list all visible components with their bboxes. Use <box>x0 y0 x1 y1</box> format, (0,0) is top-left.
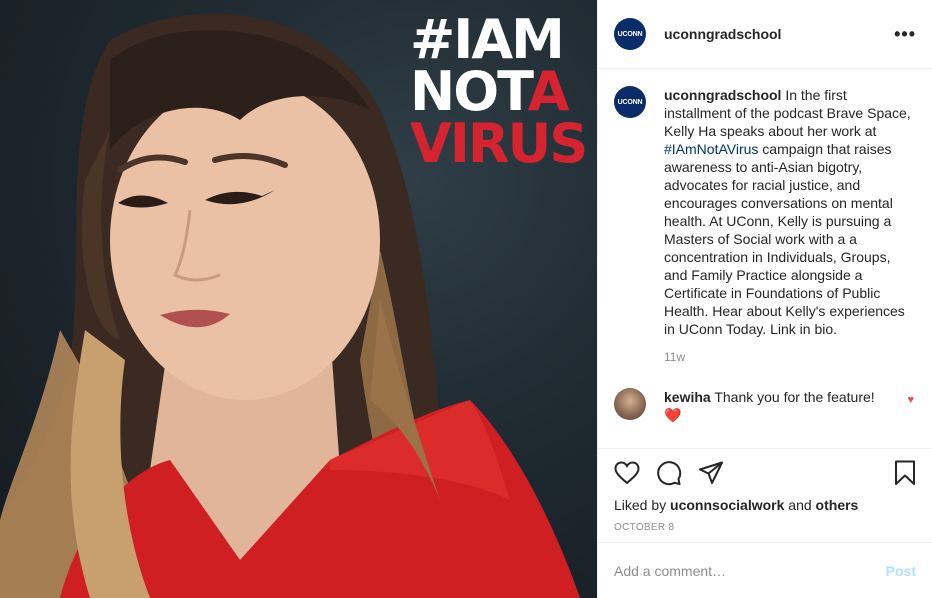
overlay-line-1: #IAM <box>410 8 565 71</box>
liked-by-user[interactable]: uconnsocialwork <box>670 497 784 513</box>
caption-text: uconngradschool In the first installment… <box>664 86 916 338</box>
post-comment-button[interactable]: Post <box>886 563 916 579</box>
commenter-avatar[interactable] <box>614 388 646 420</box>
hashtag-link[interactable]: #IAmNotAVirus <box>664 141 758 157</box>
post-image[interactable]: #IAM NOTA VIRUS <box>0 0 597 598</box>
post-date: OCTOBER 8 <box>614 522 675 533</box>
post-header: UCONN uconngradschool ••• <box>598 0 932 69</box>
post-sidebar: UCONN uconngradschool ••• UCONN uconngra… <box>597 0 932 598</box>
campaign-hashtag-overlay: #IAM NOTA VIRUS <box>410 8 588 175</box>
add-comment-bar: Post <box>598 542 932 598</box>
add-comment-input[interactable] <box>614 562 886 579</box>
overlay-line-3: VIRUS <box>410 112 588 175</box>
heart-icon[interactable] <box>614 461 640 485</box>
profile-avatar[interactable]: UCONN <box>614 18 646 50</box>
more-horizontal-icon[interactable]: ••• <box>894 24 916 45</box>
comments-section: UCONN uconngradschool In the first insta… <box>614 86 916 424</box>
likes-summary: Liked by uconnsocialwork and others <box>614 497 859 513</box>
post-caption: UCONN uconngradschool In the first insta… <box>614 86 916 338</box>
post-actions: Liked by uconnsocialwork and others OCTO… <box>598 448 932 533</box>
comment-body: Thank you for the feature! <box>710 389 875 405</box>
commenter-username[interactable]: kewiha <box>664 389 711 405</box>
caption-timestamp[interactable]: 11w <box>664 350 916 364</box>
caption-username[interactable]: uconngradschool <box>664 87 781 103</box>
red-heart-emoji: ❤️ <box>664 407 682 423</box>
comment-like-heart-icon[interactable]: ♥ <box>907 394 914 406</box>
profile-username[interactable]: uconngradschool <box>664 26 781 42</box>
comment-item: kewiha Thank you for the feature! ❤️ ♥ <box>614 388 916 424</box>
liked-by-others[interactable]: others <box>816 497 859 513</box>
overlay-line-2: NOTA <box>410 60 570 123</box>
caption-body-2: campaign that raises awareness to anti-A… <box>664 141 905 337</box>
share-icon[interactable] <box>698 461 724 485</box>
comment-text: kewiha Thank you for the feature! ❤️ <box>664 388 894 424</box>
caption-avatar[interactable]: UCONN <box>614 86 646 118</box>
comment-icon[interactable] <box>656 460 682 486</box>
bookmark-icon[interactable] <box>894 460 916 486</box>
action-icons-row <box>614 459 916 487</box>
